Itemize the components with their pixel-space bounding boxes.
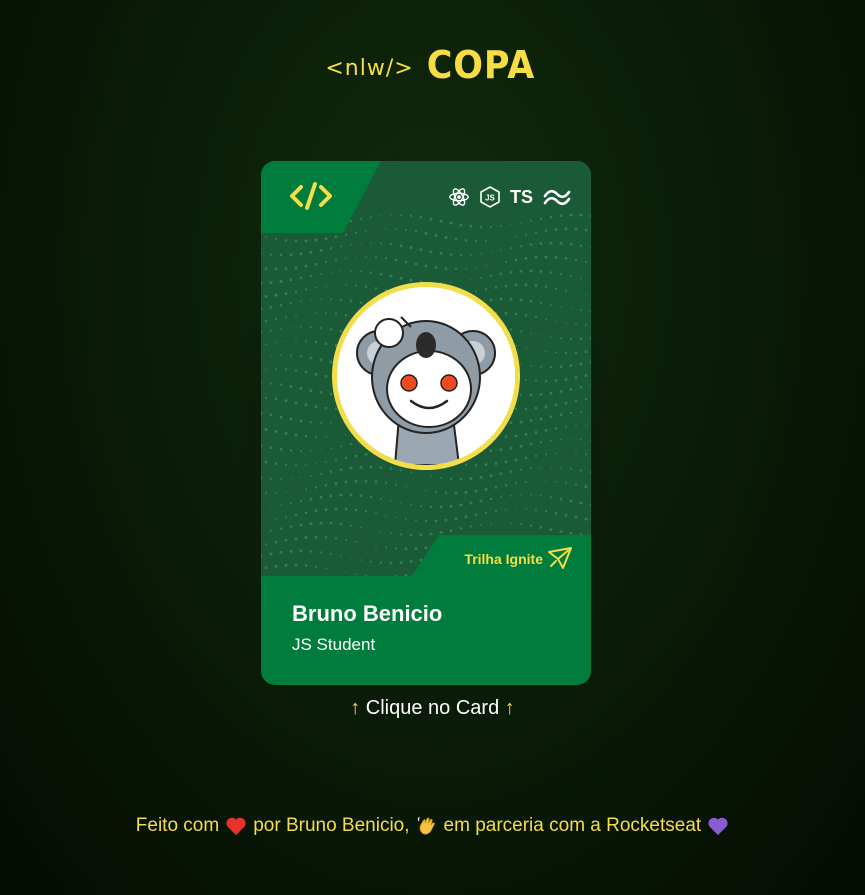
svg-text:JS: JS xyxy=(485,194,495,203)
nlw-copa-logo: <nlw/> COPA xyxy=(0,40,865,90)
tailwind-icon xyxy=(543,188,571,206)
avatar xyxy=(337,287,515,465)
nodejs-icon: JS xyxy=(480,186,500,208)
footer-text-made-with: Feito com xyxy=(135,815,220,836)
logo-prefix: <nlw/> xyxy=(325,55,414,81)
react-icon xyxy=(448,186,470,208)
profile-card[interactable]: JS TS Trilha Ignite Bruno Benicio JS Stu… xyxy=(261,161,591,685)
waving-hand-icon xyxy=(417,817,435,835)
tech-icons: JS TS xyxy=(448,185,571,209)
code-brackets-icon xyxy=(290,182,332,210)
heart-icon xyxy=(226,817,246,836)
footer-text-author: por Bruno Benicio, xyxy=(253,815,410,836)
click-hint-text: Clique no Card xyxy=(360,697,505,719)
user-name: Bruno Benicio xyxy=(292,601,443,626)
footer-text-partnership: em parceria com a Rocketseat xyxy=(443,815,702,836)
click-hint: ↑ Clique no Card ↑ xyxy=(0,697,865,720)
paper-plane-icon xyxy=(548,547,572,569)
koala-avatar-icon xyxy=(337,287,515,465)
footer: Feito com por Bruno Benicio, em parceria… xyxy=(0,815,865,837)
purple-heart-icon xyxy=(708,817,728,836)
trilha-label: Trilha Ignite xyxy=(464,551,543,567)
typescript-icon: TS xyxy=(509,186,533,207)
user-role: JS Student xyxy=(292,635,376,654)
up-arrow-right-icon: ↑ xyxy=(504,697,515,719)
logo-title: COPA xyxy=(426,43,535,87)
up-arrow-left-icon: ↑ xyxy=(350,697,361,719)
